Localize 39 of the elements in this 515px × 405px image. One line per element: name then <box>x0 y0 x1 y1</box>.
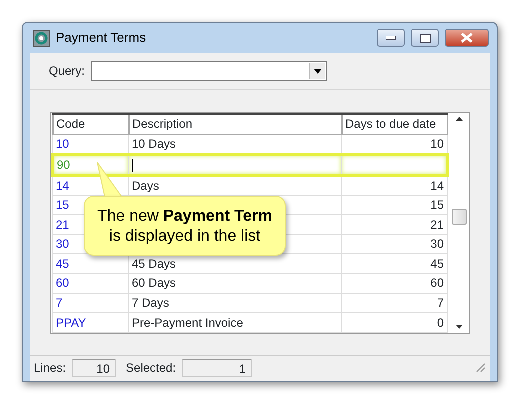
scrollbar-thumb[interactable] <box>452 209 466 225</box>
maximize-button[interactable] <box>411 29 439 47</box>
resize-grip-icon <box>476 363 486 373</box>
close-icon <box>461 33 473 43</box>
column-header[interactable]: Description <box>128 114 342 134</box>
query-dropdown[interactable] <box>91 61 328 81</box>
scroll-up-icon[interactable] <box>456 117 462 121</box>
query-label: Query: <box>49 63 86 80</box>
selected-label: Selected: <box>126 360 176 377</box>
description-cell: Pre-Payment Invoice <box>128 312 342 332</box>
days-cell: 14 <box>342 175 448 196</box>
window-title: Payment Terms <box>56 29 148 48</box>
dropdown-arrow-icon <box>314 68 322 74</box>
column-header[interactable]: Code <box>52 114 128 134</box>
days-cell: 7 <box>342 293 448 313</box>
lines-count: 10 <box>72 359 116 377</box>
lines-label: Lines: <box>34 360 66 377</box>
code-cell: 7 <box>52 293 128 313</box>
minimize-button[interactable] <box>377 29 405 47</box>
days-cell: 21 <box>342 214 448 234</box>
code-cell: 60 <box>52 274 128 294</box>
maximize-icon <box>420 34 430 42</box>
description-edit-cell[interactable] <box>128 154 342 176</box>
app-icon <box>33 30 50 46</box>
code-cell: 10 <box>52 134 128 154</box>
code-cell: PPAY <box>52 312 128 332</box>
minimize-icon <box>386 36 396 40</box>
selected-count: 1 <box>182 359 252 377</box>
days-cell: 45 <box>342 254 448 274</box>
days-cell: 0 <box>342 312 448 332</box>
description-cell: Days <box>128 175 342 196</box>
days-cell: 30 <box>342 234 448 254</box>
description-cell: 60 Days <box>128 274 342 294</box>
days-cell: 60 <box>342 274 448 294</box>
scroll-down-icon[interactable] <box>456 325 462 329</box>
description-cell: 7 Days <box>128 293 342 313</box>
close-button[interactable] <box>445 29 489 47</box>
column-header[interactable]: Days to due date <box>342 114 448 134</box>
days-cell: 15 <box>342 195 448 215</box>
